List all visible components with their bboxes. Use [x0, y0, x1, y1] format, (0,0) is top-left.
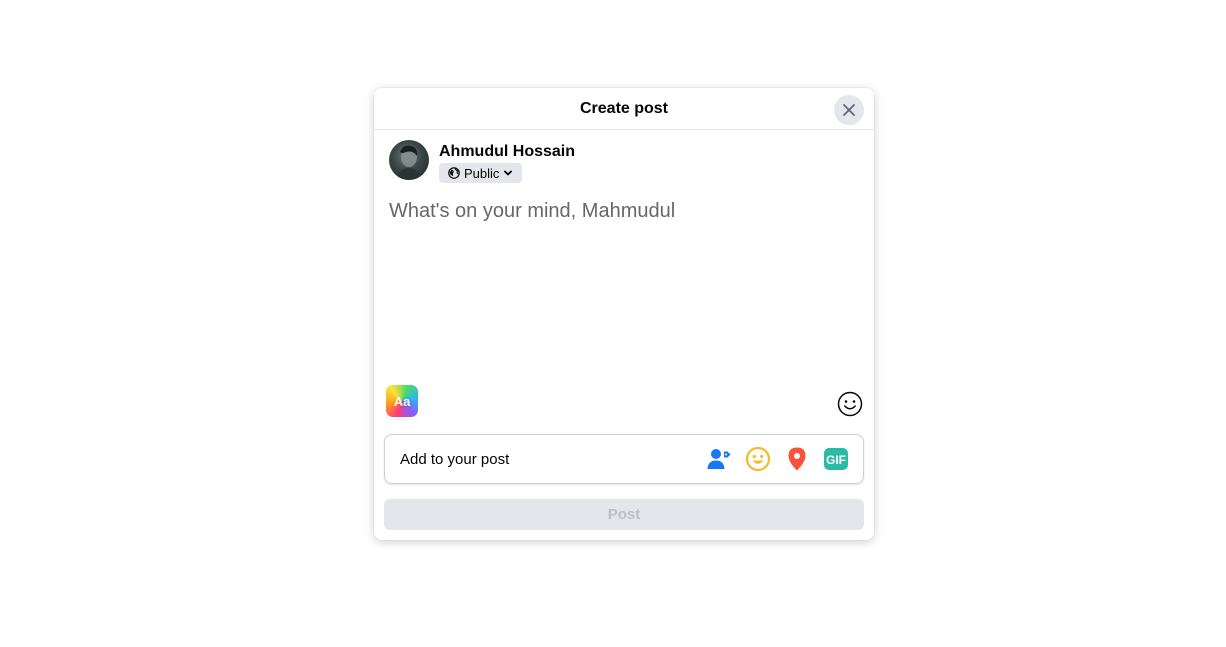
tag-people-icon	[707, 449, 730, 469]
avatar[interactable]	[389, 140, 429, 180]
create-post-dialog: Create post Ahmudul Hossain Public What'…	[374, 88, 874, 540]
tag-people-button[interactable]	[705, 446, 732, 473]
audience-label: Public	[464, 165, 500, 181]
feeling-button[interactable]	[744, 446, 771, 473]
smiley-outline-icon	[837, 391, 863, 417]
author-name: Ahmudul Hossain	[439, 143, 576, 160]
text-style-label: Aa	[393, 393, 411, 409]
close-button[interactable]	[834, 95, 864, 125]
author-meta: Ahmudul Hossain Public	[439, 140, 575, 184]
add-to-post-label: Add to your post	[400, 450, 510, 468]
location-icon	[788, 447, 805, 471]
post-button[interactable]: Post	[384, 499, 864, 530]
audience-selector[interactable]: Public	[439, 163, 523, 183]
dialog-title: Create post	[579, 99, 669, 117]
globe-icon	[448, 167, 460, 179]
add-to-post-icons: GIF	[705, 446, 849, 473]
author-row: Ahmudul Hossain Public	[389, 140, 575, 184]
gif-icon: GIF	[823, 448, 848, 470]
avatar-image	[397, 145, 421, 180]
close-icon	[843, 104, 855, 116]
dialog-header: Create post	[374, 88, 874, 130]
add-to-post-bar: Add to your post GIF	[384, 434, 864, 484]
emoji-picker-button[interactable]	[836, 390, 864, 418]
location-button[interactable]	[783, 446, 810, 473]
gif-button[interactable]: GIF	[822, 446, 849, 473]
gif-label: GIF	[826, 453, 846, 467]
text-background-button[interactable]: Aa	[386, 385, 418, 417]
post-text-input[interactable]	[389, 200, 859, 380]
chevron-down-icon	[504, 170, 513, 176]
feeling-icon	[745, 446, 770, 472]
